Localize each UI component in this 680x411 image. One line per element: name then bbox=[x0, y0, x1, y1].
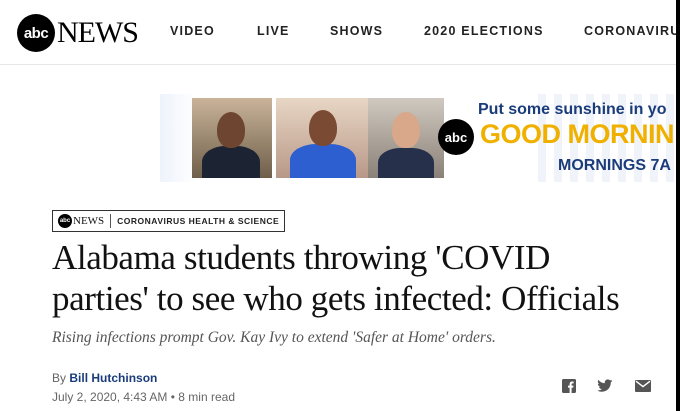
article-subheadline: Rising infections prompt Gov. Kay Ivy to… bbox=[52, 329, 496, 346]
email-icon[interactable] bbox=[634, 377, 652, 395]
nav-item-coronavirus[interactable]: CORONAVIRU bbox=[584, 24, 680, 38]
read-time: 8 min read bbox=[178, 390, 235, 404]
separator-dot: • bbox=[170, 390, 175, 404]
twitter-icon[interactable] bbox=[596, 377, 614, 395]
window-edge bbox=[676, 0, 680, 411]
author-link[interactable]: Bill Hutchinson bbox=[69, 371, 157, 385]
facebook-icon[interactable] bbox=[560, 377, 578, 395]
abc-logo-mark: abc bbox=[58, 214, 72, 228]
abc-news-logo[interactable]: abc NEWS bbox=[17, 14, 139, 52]
publish-date: July 2, 2020, 4:43 AM bbox=[52, 390, 168, 404]
nav-item-2020-elections[interactable]: 2020 ELECTIONS bbox=[424, 24, 544, 38]
headline-line: Alabama students throwing 'COVID bbox=[52, 238, 551, 277]
byline: By Bill Hutchinson bbox=[52, 371, 157, 385]
category-label: CORONAVIRUS HEALTH & SCIENCE bbox=[117, 216, 280, 226]
badge-news-text: NEWS bbox=[73, 215, 105, 227]
host-photo bbox=[192, 98, 272, 178]
divider bbox=[110, 214, 112, 228]
nav-item-video[interactable]: VIDEO bbox=[170, 24, 215, 38]
banner-tagline: Put some sunshine in yo bbox=[478, 101, 667, 118]
nav-item-shows[interactable]: SHOWS bbox=[330, 24, 383, 38]
abc-logo-mark: abc bbox=[17, 14, 55, 52]
headline-line: parties' to see who gets infected: Offic… bbox=[52, 279, 620, 318]
nav-item-live[interactable]: LIVE bbox=[257, 24, 290, 38]
category-badge[interactable]: abc NEWS CORONAVIRUS HEALTH & SCIENCE bbox=[52, 210, 286, 232]
byline-prefix: By bbox=[52, 371, 67, 385]
abc-logo-mark: abc bbox=[438, 119, 474, 155]
publish-info: July 2, 2020, 4:43 AM • 8 min read bbox=[52, 390, 235, 404]
logo-news-text: NEWS bbox=[57, 16, 139, 49]
host-photo bbox=[368, 98, 444, 178]
banner-time: MORNINGS 7A bbox=[558, 157, 671, 174]
article-headline: Alabama students throwing 'COVID parties… bbox=[52, 237, 672, 319]
site-header: abc NEWS VIDEO LIVE SHOWS 2020 ELECTIONS… bbox=[0, 0, 680, 65]
host-photo bbox=[276, 98, 368, 178]
good-morning-wordmark: GOOD MORNIN bbox=[480, 119, 675, 149]
